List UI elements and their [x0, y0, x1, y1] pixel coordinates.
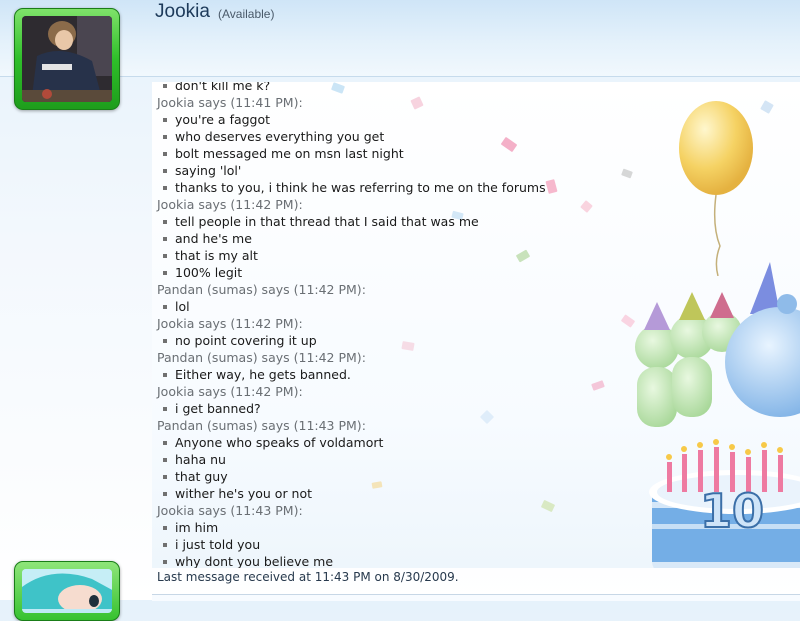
chat-history-panel[interactable]: 10 don't kill me k? Jookia says (11:41 PM… — [152, 82, 800, 568]
chat-message: who deserves everything you get — [157, 128, 637, 145]
sender-header: Jookia says (11:42 PM): — [157, 197, 303, 212]
sender-header: Jookia says (11:41 PM): — [157, 95, 303, 110]
chat-message: tell people in that thread that I said t… — [157, 213, 637, 230]
chat-message: why dont you believe me — [157, 553, 637, 568]
chat-message: saying 'lol' — [157, 162, 637, 179]
chat-message: i just told you — [157, 536, 637, 553]
chat-message: i get banned? — [157, 400, 637, 417]
cake-number-decoration: 10 — [699, 483, 765, 539]
sender-header: Pandan (sumas) says (11:42 PM): — [157, 350, 366, 365]
my-avatar-picture — [22, 569, 112, 613]
chat-message: lol — [157, 298, 637, 315]
contact-status: (Available) — [218, 7, 275, 21]
contact-avatar-photo — [22, 16, 112, 102]
chat-message: thanks to you, i think he was referring … — [157, 179, 637, 196]
my-avatar[interactable] — [14, 561, 120, 621]
sender-header: Jookia says (11:42 PM): — [157, 316, 303, 331]
sender-header: Pandan (sumas) says (11:42 PM): — [157, 282, 366, 297]
chat-message: Anyone who speaks of voldamort — [157, 434, 637, 451]
chat-message: you're a faggot — [157, 111, 637, 128]
last-message-status: Last message received at 11:43 PM on 8/3… — [157, 570, 459, 584]
contact-name: Jookia — [155, 1, 210, 22]
chat-log[interactable]: don't kill me k? Jookia says (11:41 PM): y… — [157, 82, 637, 568]
chat-message: haha nu — [157, 451, 637, 468]
conversation-header: Jookia (Available) — [0, 0, 800, 77]
chat-message: that guy — [157, 468, 637, 485]
chat-message: no point covering it up — [157, 332, 637, 349]
chat-message: that is my alt — [157, 247, 637, 264]
chat-message: and he's me — [157, 230, 637, 247]
sender-header: Jookia says (11:42 PM): — [157, 384, 303, 399]
chat-message: bolt messaged me on msn last night — [157, 145, 637, 162]
chat-message: wither he's you or not — [157, 485, 637, 502]
sender-header: Pandan (sumas) says (11:43 PM): — [157, 418, 366, 433]
chat-message: don't kill me k? — [157, 82, 637, 94]
contact-avatar[interactable] — [14, 8, 120, 110]
chat-message: im him — [157, 519, 637, 536]
chat-message: Either way, he gets banned. — [157, 366, 637, 383]
sender-header: Jookia says (11:43 PM): — [157, 503, 303, 518]
chat-message: 100% legit — [157, 264, 637, 281]
